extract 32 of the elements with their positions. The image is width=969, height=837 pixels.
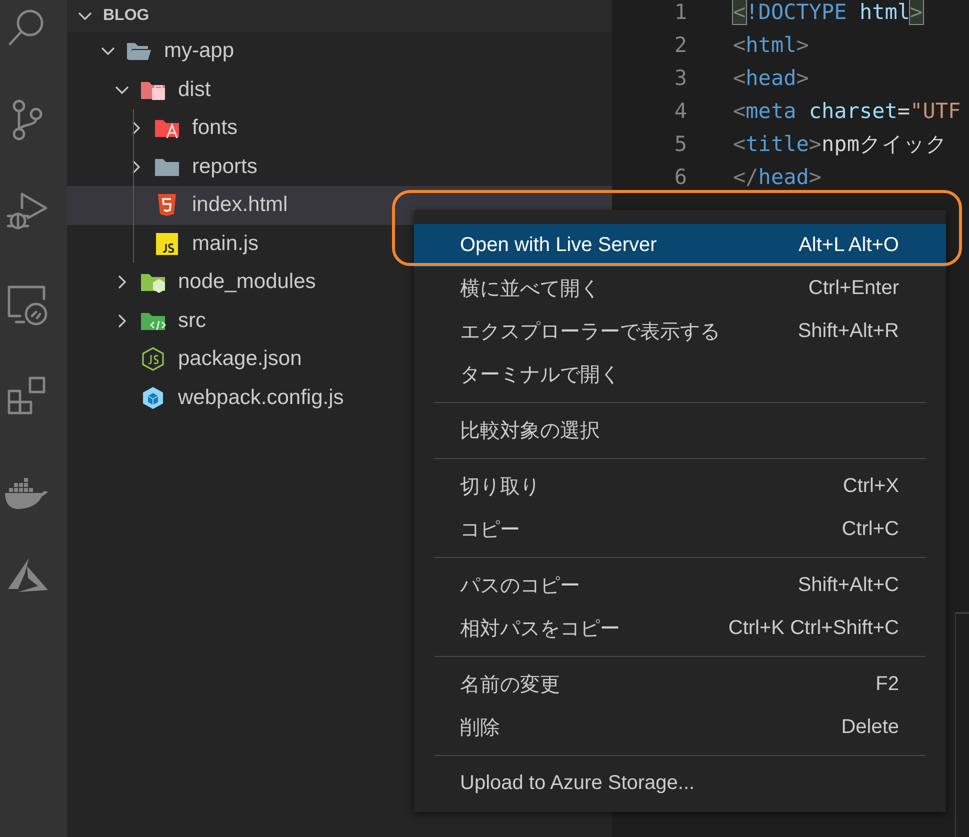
menu-item[interactable]: ターミナルで開く [414, 353, 946, 396]
menu-item[interactable]: 比較対象の選択 [414, 409, 946, 452]
section-header[interactable]: BLOG [67, 0, 612, 32]
hexagon-js-icon [140, 347, 166, 372]
code-line: <head> [733, 66, 809, 90]
tree-item[interactable]: my-app [67, 32, 612, 70]
line-number: 2 [673, 32, 687, 56]
menu-item[interactable]: 相対パスをコピー Ctrl+K Ctrl+Shift+C [414, 607, 946, 650]
line-number: 4 [673, 98, 687, 122]
menu-item[interactable]: コピー Ctrl+C [414, 508, 946, 551]
menu-item[interactable]: Upload to Azure Storage... [414, 762, 946, 805]
code-line: </head> [733, 164, 822, 188]
menu-item[interactable]: Open with Live Server Alt+L Alt+O [414, 224, 946, 267]
js-file-icon [154, 232, 180, 256]
line-number: 1 [673, 0, 687, 24]
code-line: <html> [733, 32, 809, 56]
tree-item[interactable]: fonts [67, 109, 612, 148]
menu-item[interactable]: 切り取り Ctrl+X [414, 465, 946, 508]
cube-icon [140, 386, 166, 410]
menu-item[interactable]: 削除 Delete [414, 706, 946, 749]
menu-item[interactable]: 名前の変更 F2 [414, 663, 946, 706]
code-line: <meta charset="UTF [733, 98, 961, 122]
line-number: 5 [673, 132, 687, 156]
menu-item[interactable]: 横に並べて開く Ctrl+Enter [414, 267, 946, 310]
line-number: 3 [673, 66, 687, 90]
tree-item[interactable]: dist [67, 70, 612, 109]
code-line: <!DOCTYPE html> [733, 0, 923, 24]
tree-item[interactable]: reports [67, 148, 612, 186]
menu-item[interactable]: エクスプローラーで表示する Shift+Alt+R [414, 310, 946, 353]
menu-item[interactable]: パスのコピー Shift+Alt+C [414, 564, 946, 607]
line-number: 6 [673, 164, 687, 188]
code-line: <title>npmクイック [733, 130, 948, 158]
